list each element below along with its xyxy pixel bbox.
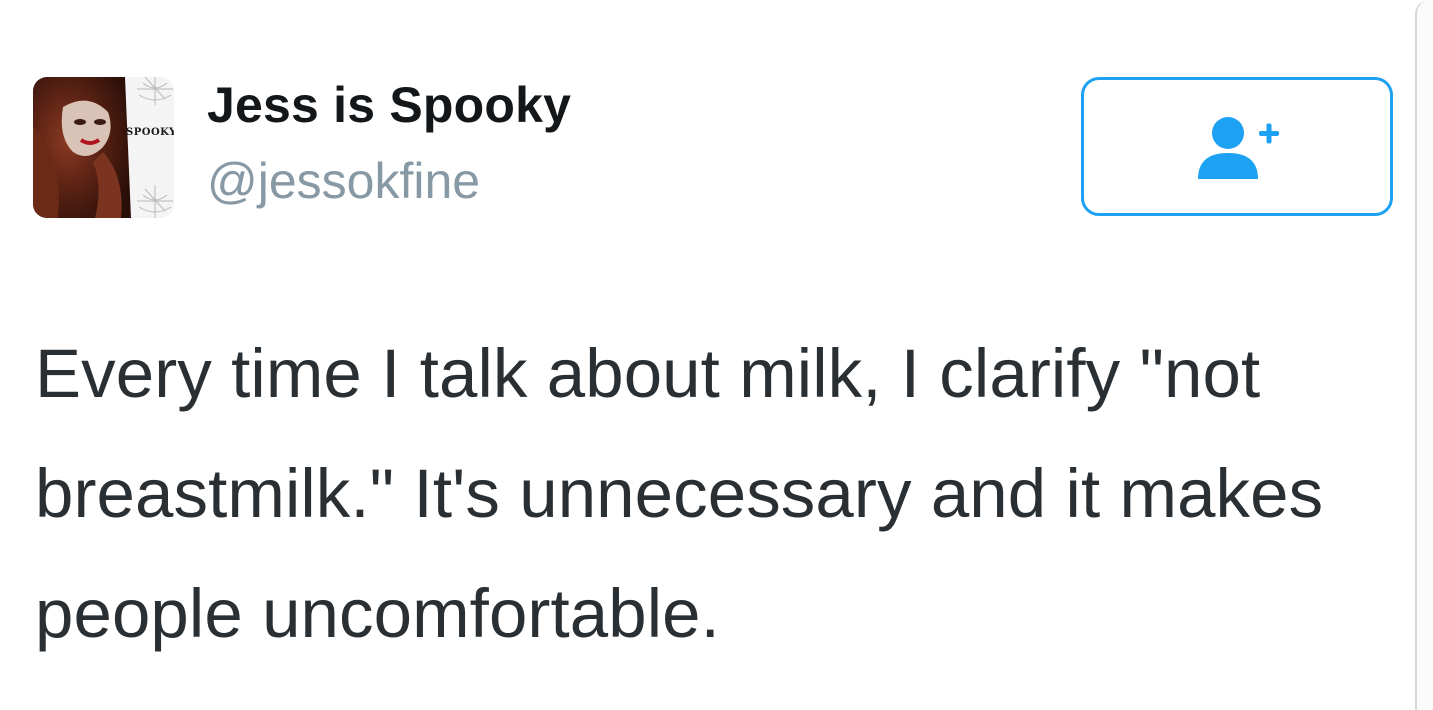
follow-button[interactable] [1081,77,1393,216]
tweet-text: Every time I talk about milk, I clarify … [35,335,1324,652]
avatar-image: SPOOKY [33,77,174,218]
avatar[interactable]: SPOOKY [33,77,174,218]
avatar-text: SPOOKY [126,127,174,138]
screen-edge [1415,0,1433,710]
user-handle[interactable]: @jessokfine [207,150,480,212]
user-display-name[interactable]: Jess is Spooky [207,74,571,136]
add-user-icon [1198,116,1279,179]
